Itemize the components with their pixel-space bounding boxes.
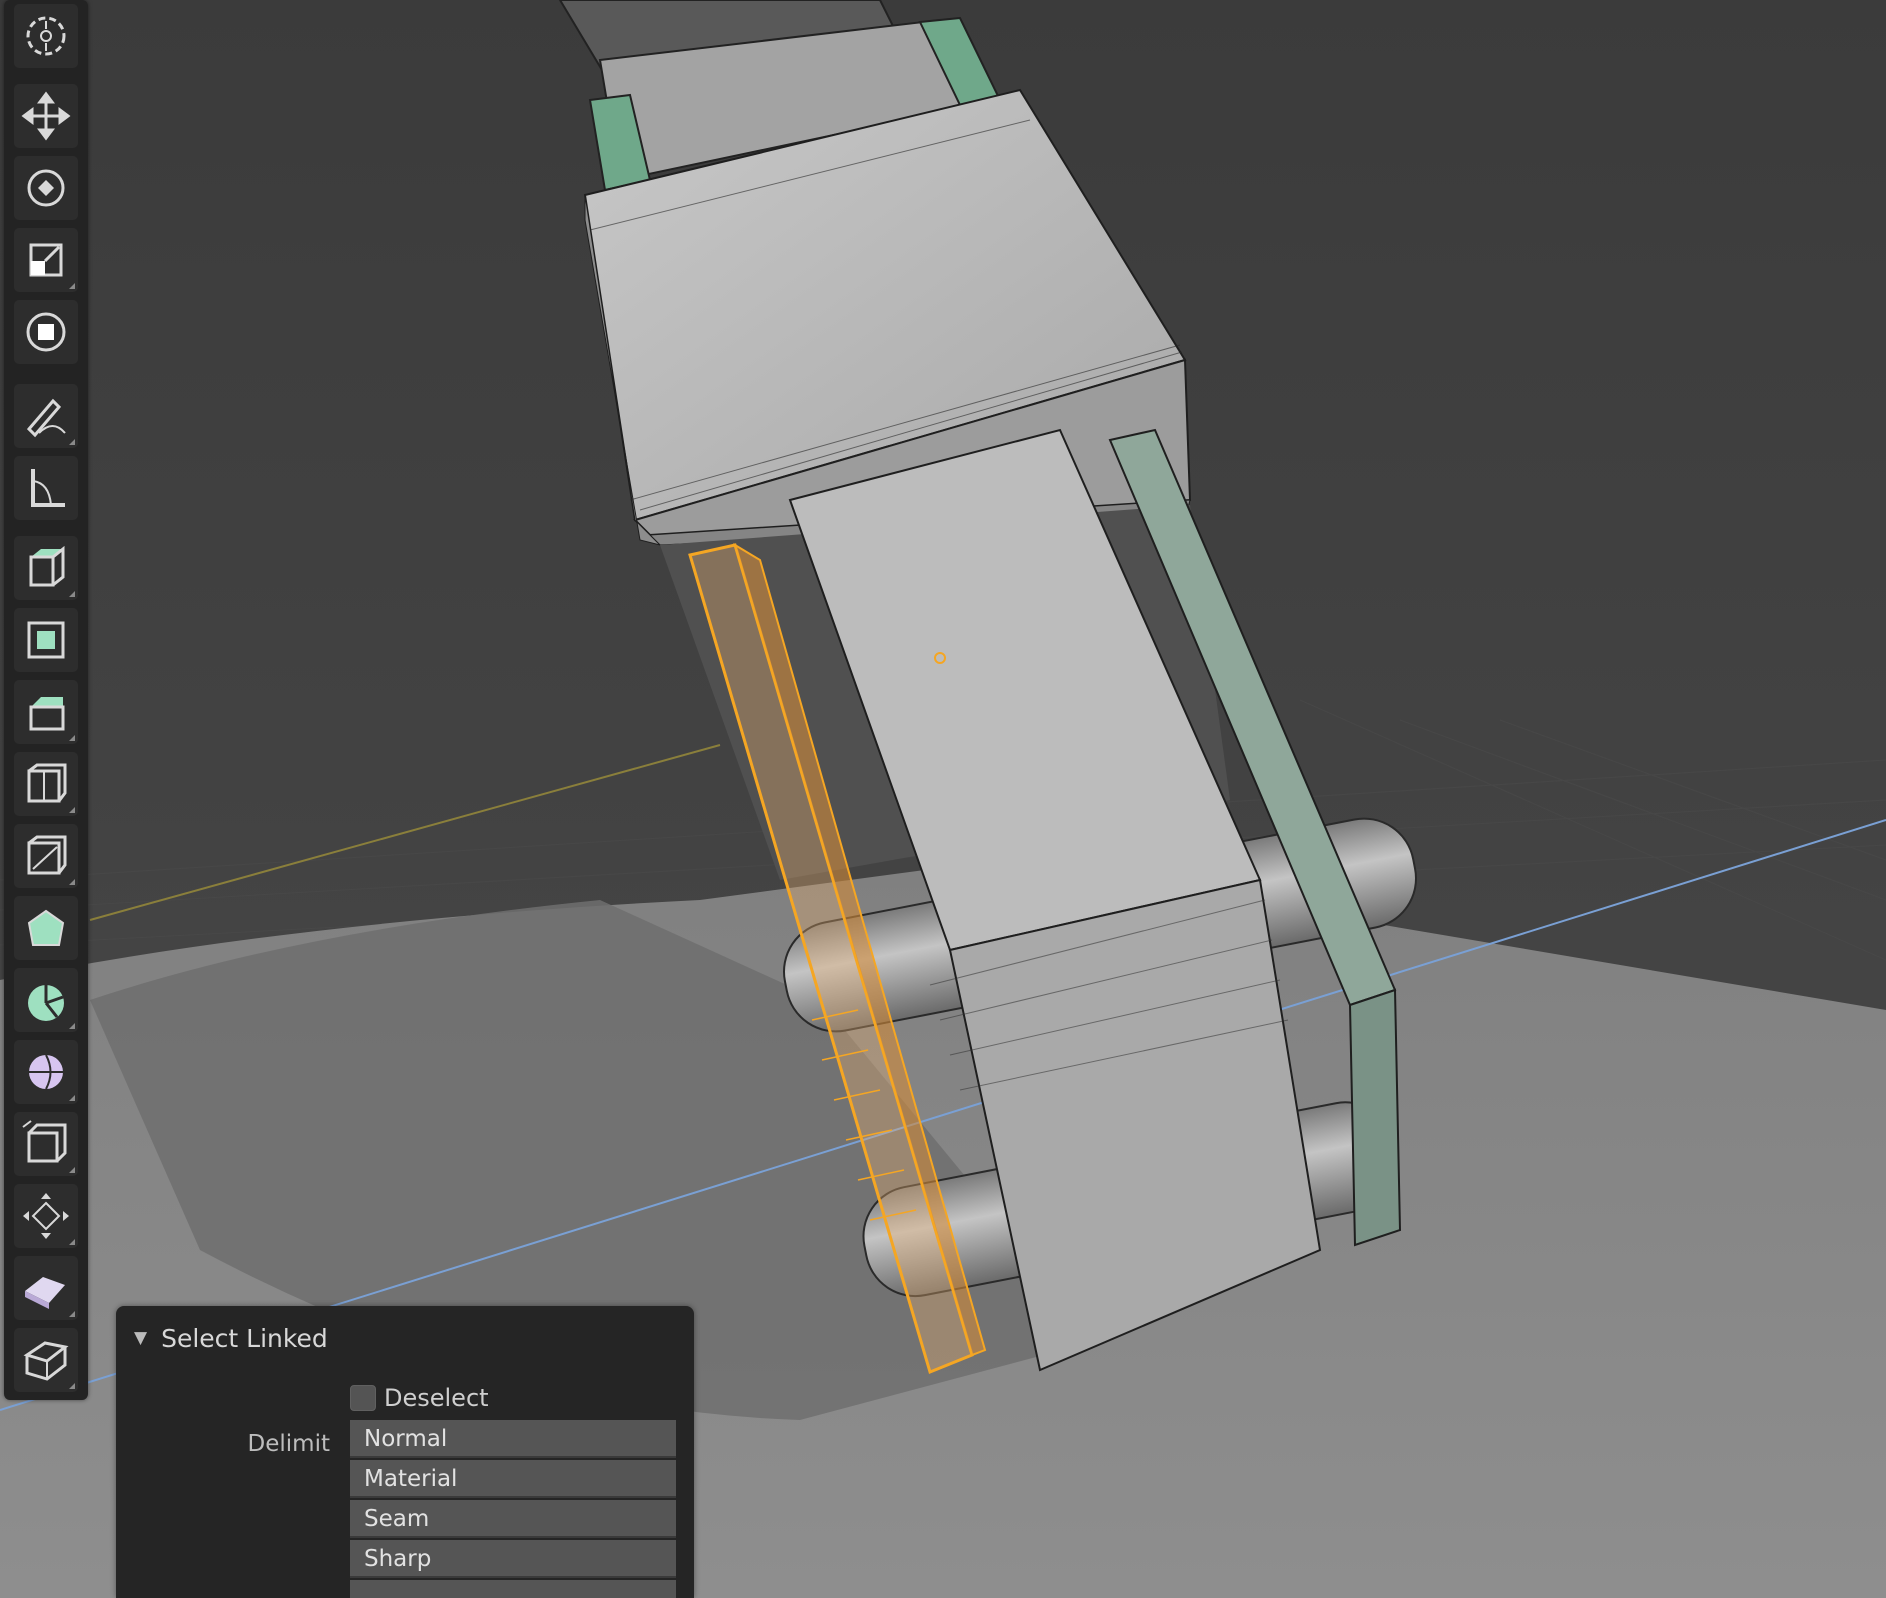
deselect-label: Deselect: [384, 1384, 489, 1412]
annotate-icon: [26, 398, 66, 438]
tool-shelf: [4, 0, 88, 1400]
bevel-icon: [29, 697, 65, 731]
delimit-label: Delimit: [247, 1431, 330, 1457]
transform-icon: [26, 312, 66, 352]
move-icon: [21, 91, 71, 141]
edge-slide-tool[interactable]: [14, 1112, 78, 1176]
smooth-icon: [29, 1054, 63, 1090]
inset-faces-tool[interactable]: [14, 608, 78, 672]
annotate-tool[interactable]: [14, 384, 78, 448]
shear-icon: [25, 1277, 65, 1309]
loop-cut-tool[interactable]: [14, 752, 78, 816]
measure-icon: [31, 469, 65, 507]
select-linked-panel: ▼ Select Linked Deselect Delimit Normal …: [116, 1306, 694, 1598]
measure-tool[interactable]: [14, 456, 78, 520]
scale-icon: [29, 243, 63, 277]
knife-tool[interactable]: [14, 824, 78, 888]
cursor-tool[interactable]: [14, 4, 78, 68]
spin-tool[interactable]: [14, 968, 78, 1032]
deselect-option[interactable]: Deselect: [350, 1380, 489, 1416]
scale-tool[interactable]: [14, 228, 78, 292]
extrude-region-tool[interactable]: [14, 536, 78, 600]
delimit-seam-toggle[interactable]: Seam: [350, 1500, 676, 1538]
smooth-tool[interactable]: [14, 1040, 78, 1104]
rotate-tool[interactable]: [14, 156, 78, 220]
panel-header[interactable]: ▼ Select Linked: [134, 1320, 328, 1356]
loop-cut-icon: [27, 763, 67, 803]
transform-tool[interactable]: [14, 300, 78, 364]
spin-icon: [28, 985, 64, 1021]
deselect-checkbox[interactable]: [350, 1385, 376, 1411]
collapse-triangle-icon[interactable]: ▼: [134, 1328, 147, 1348]
shrink-fatten-tool[interactable]: [14, 1184, 78, 1248]
panel-title: Select Linked: [161, 1323, 328, 1353]
delimit-normal-toggle[interactable]: Normal: [350, 1420, 676, 1458]
extrude-icon: [29, 545, 65, 587]
inset-icon: [27, 621, 65, 659]
delimit-next-toggle[interactable]: [350, 1580, 676, 1598]
shear-tool[interactable]: [14, 1256, 78, 1320]
edge-slide-icon: [22, 1120, 67, 1163]
rip-region-icon: [23, 1341, 69, 1381]
poly-build-tool[interactable]: [14, 896, 78, 960]
shrink-fatten-icon: [23, 1193, 69, 1239]
bevel-tool[interactable]: [14, 680, 78, 744]
knife-icon: [27, 835, 67, 875]
poly-build-icon: [27, 909, 65, 946]
cursor-icon: [26, 16, 66, 56]
move-tool[interactable]: [14, 84, 78, 148]
rotate-icon: [27, 169, 65, 207]
delimit-material-toggle[interactable]: Material: [350, 1460, 676, 1498]
delimit-sharp-toggle[interactable]: Sharp: [350, 1540, 676, 1578]
rip-region-tool[interactable]: [14, 1328, 78, 1392]
